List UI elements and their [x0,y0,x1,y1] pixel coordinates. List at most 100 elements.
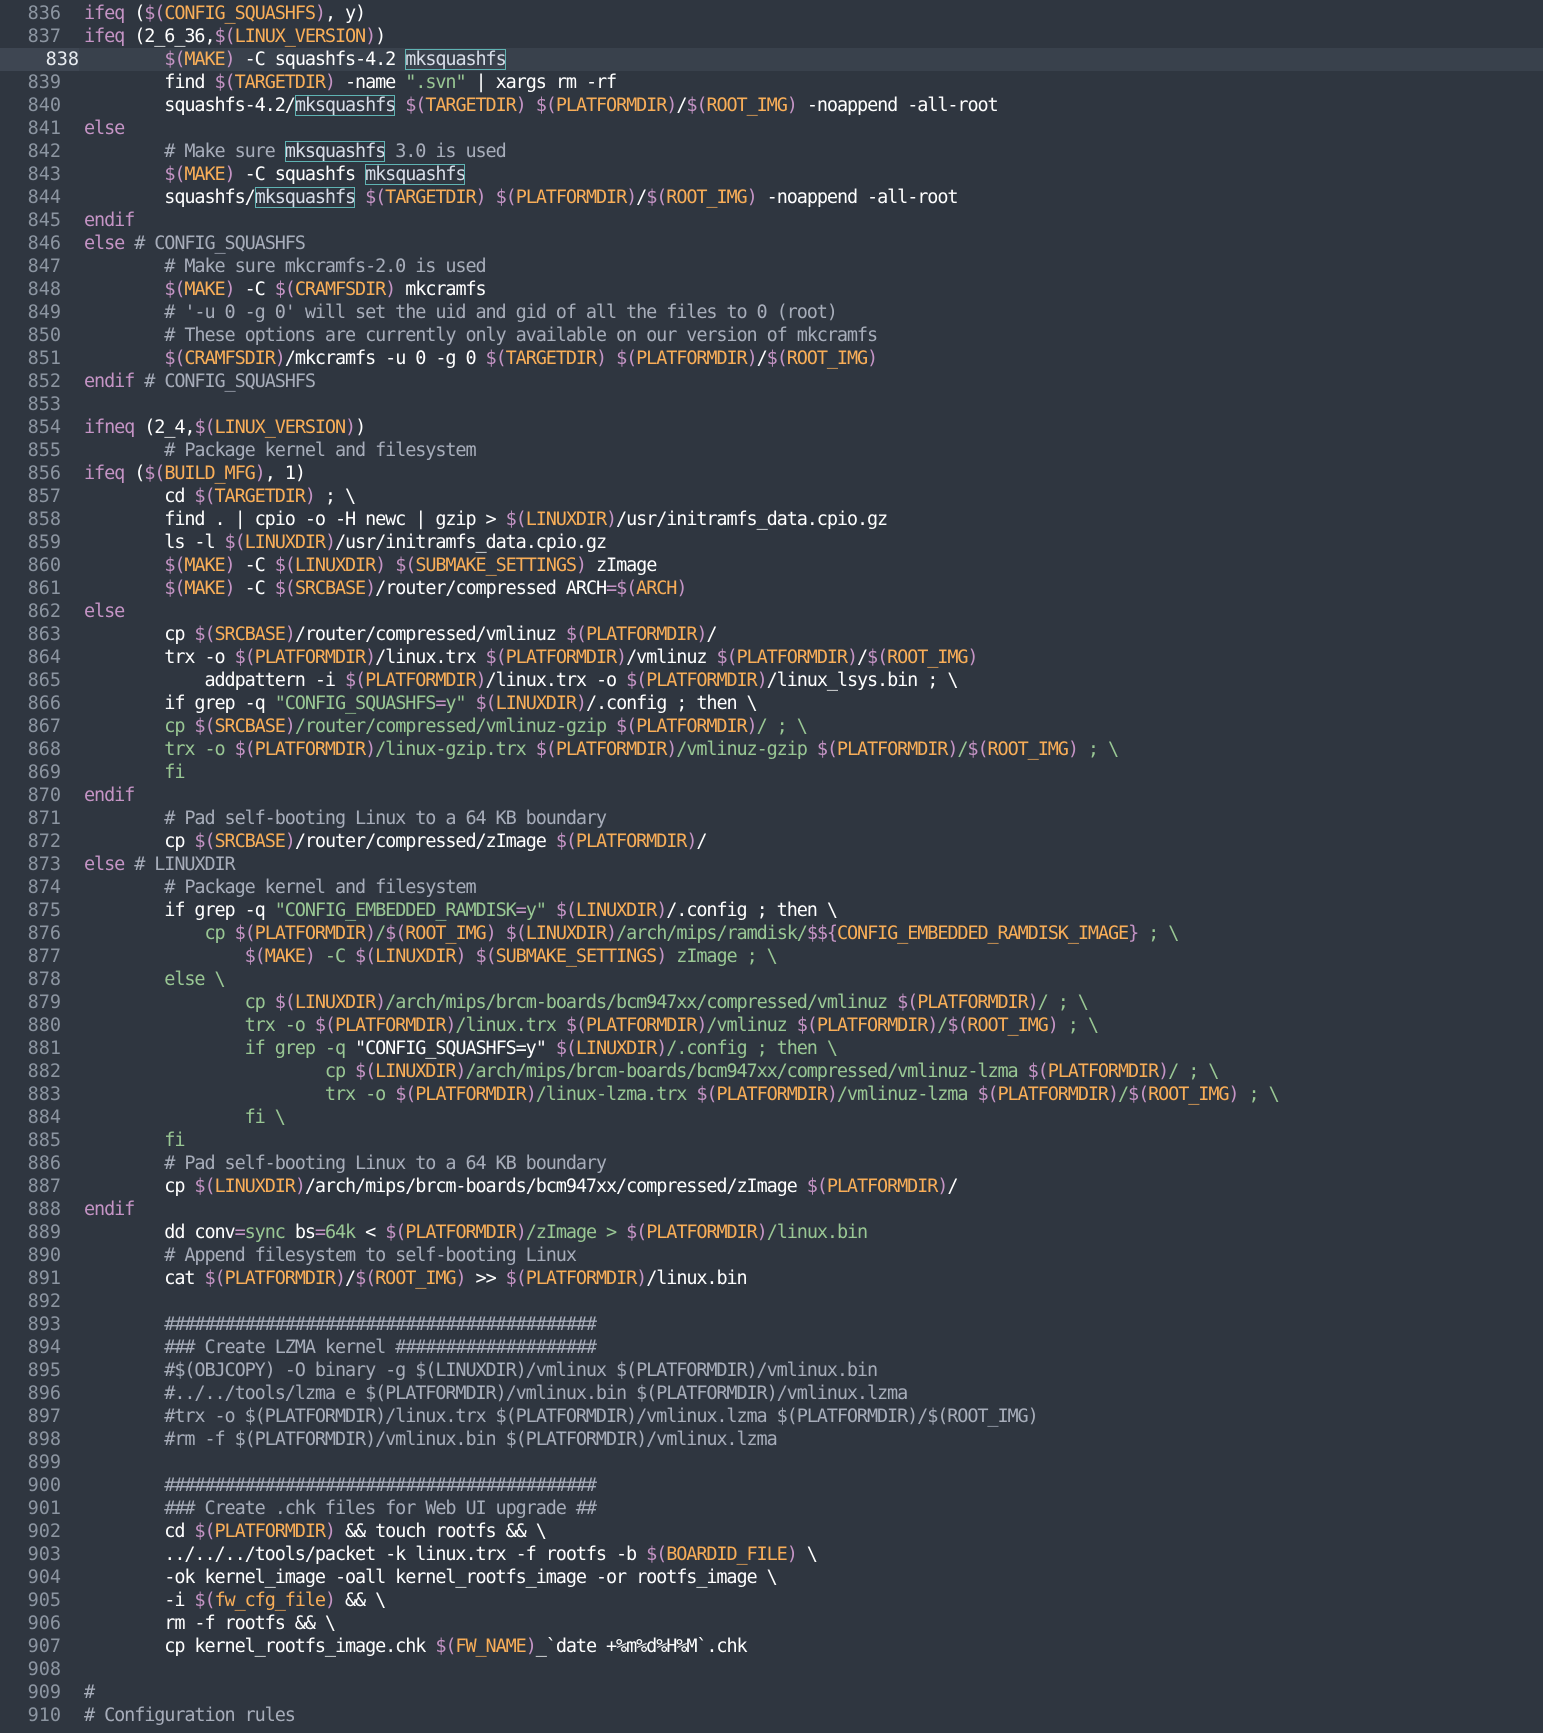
code-line[interactable]: 836 ifeq ($(CONFIG_SQUASHFS), y) [0,2,1543,25]
code-line[interactable]: 847 # Make sure mkcramfs-2.0 is used [0,255,1543,278]
code-line[interactable]: 861 $(MAKE) -C $(SRCBASE)/router/compres… [0,577,1543,600]
code-line[interactable]: 859 ls -l $(LINUXDIR)/usr/initramfs_data… [0,531,1543,554]
code-line[interactable]: 856 ifeq ($(BUILD_MFG), 1) [0,462,1543,485]
code-line[interactable]: 870 endif [0,784,1543,807]
code-line[interactable]: 851 $(CRAMFSDIR)/mkcramfs -u 0 -g 0 $(TA… [0,347,1543,370]
code-line[interactable]: 884 fi \ [0,1106,1543,1129]
code-line[interactable]: 883 trx -o $(PLATFORMDIR)/linux-lzma.trx… [0,1083,1543,1106]
code-line[interactable]: 871 # Pad self-booting Linux to a 64 KB … [0,807,1543,830]
code-line[interactable]: 837 ifeq (2_6_36,$(LINUX_VERSION)) [0,25,1543,48]
code-token: ) [515,95,527,116]
code-line[interactable]: 901 ### Create .chk files for Web UI upg… [0,1497,1543,1520]
code-line[interactable]: 869 fi [0,761,1543,784]
code-line[interactable]: 905 -i $(fw_cfg_file) && \ [0,1589,1543,1612]
code-line[interactable]: 892 [0,1290,1543,1313]
code-line[interactable]: 876 cp $(PLATFORMDIR)/$(ROOT_IMG) $(LINU… [0,922,1543,945]
code-token: / [947,1176,958,1197]
code-line[interactable]: 880 trx -o $(PLATFORMDIR)/linux.trx $(PL… [0,1014,1543,1037]
code-token: /router/compressed/vmlinuz-gzip [294,716,617,737]
code-line[interactable]: 896 #../../tools/lzma e $(PLATFORMDIR)/v… [0,1382,1543,1405]
code-token: ) [575,555,587,576]
code-token: ) [445,1015,456,1036]
code-line[interactable]: 843 $(MAKE) -C squashfs mksquashfs [0,163,1543,186]
code-line[interactable]: 853 [0,393,1543,416]
code-line[interactable]: 849 # '-u 0 -g 0' will set the uid and g… [0,301,1543,324]
line-number: 840 [27,95,61,116]
code-line[interactable]: 875 if grep -q "CONFIG_EMBEDDED_RAMDISK=… [0,899,1543,922]
code-line[interactable]: 893 ####################################… [0,1313,1543,1336]
code-line[interactable]: 854 ifneq (2_4,$(LINUX_VERSION)) [0,416,1543,439]
code-line[interactable]: 840 squashfs-4.2/mksquashfs $(TARGETDIR)… [0,94,1543,117]
code-line[interactable]: 910 # Configuration rules [0,1704,1543,1727]
code-token: ) [756,670,768,691]
code-token: ) [937,1176,948,1197]
code-token: ) [746,348,758,369]
code-line[interactable]: 899 [0,1451,1543,1474]
code-line[interactable]: 858 find . | cpio -o -H newc | gzip > $(… [0,508,1543,531]
code-line[interactable]: 877 $(MAKE) -C $(LINUXDIR) $(SUBMAKE_SET… [0,945,1543,968]
code-line[interactable]: 864 trx -o $(PLATFORMDIR)/linux.trx $(PL… [0,646,1543,669]
code-line[interactable]: 862 else [0,600,1543,623]
code-line[interactable]: 855 # Package kernel and filesystem [0,439,1543,462]
code-line[interactable]: 887 cp $(LINUXDIR)/arch/mips/brcm-boards… [0,1175,1543,1198]
line-code: cd $(TARGETDIR) ; \ [84,485,356,508]
code-line[interactable]: 886 # Pad self-booting Linux to a 64 KB … [0,1152,1543,1175]
code-line[interactable]: 909 # [0,1681,1543,1704]
code-line[interactable]: 844 squashfs/mksquashfs $(TARGETDIR) $(P… [0,186,1543,209]
code-line[interactable]: 897 #trx -o $(PLATFORMDIR)/linux.trx $(P… [0,1405,1543,1428]
code-line[interactable]: 841 else [0,117,1543,140]
code-line[interactable]: 898 #rm -f $(PLATFORMDIR)/vmlinux.bin $(… [0,1428,1543,1451]
code-line[interactable]: 894 ### Create LZMA kernel #############… [0,1336,1543,1359]
line-code: trx -o $(PLATFORMDIR)/linux.trx $(PLATFO… [84,1014,1099,1037]
line-code: $(MAKE) -C $(LINUXDIR) $(SUBMAKE_SETTING… [84,554,657,577]
code-token: $( [194,831,215,852]
code-line[interactable]: 852 endif # CONFIG_SQUASHFS [0,370,1543,393]
code-line[interactable]: 889 dd conv=sync bs=64k < $(PLATFORMDIR)… [0,1221,1543,1244]
code-line[interactable]: 895 #$(OBJCOPY) -O binary -g $(LINUXDIR)… [0,1359,1543,1382]
code-line[interactable]: 868 trx -o $(PLATFORMDIR)/linux-gzip.trx… [0,738,1543,761]
code-token: ) [746,716,758,737]
code-token: $( [144,463,165,484]
code-token: $( [505,509,527,530]
code-line[interactable]: 850 # These options are currently only a… [0,324,1543,347]
search-highlight: mksquashfs [365,164,467,185]
code-token: cd [84,1521,195,1542]
code-line[interactable]: 885 fi [0,1129,1543,1152]
code-line[interactable]: 866 if grep -q "CONFIG_SQUASHFS=y" $(LIN… [0,692,1543,715]
line-code: #trx -o $(PLATFORMDIR)/linux.trx $(PLATF… [84,1405,1038,1428]
code-line[interactable]: 838 $(MAKE) -C squashfs-4.2 mksquashfs [0,48,1543,71]
code-line[interactable]: 867 cp $(SRCBASE)/router/compressed/vmli… [0,715,1543,738]
code-line[interactable]: 848 $(MAKE) -C $(CRAMFSDIR) mkcramfs [0,278,1543,301]
code-line[interactable]: 902 cd $(PLATFORMDIR) && touch rootfs &&… [0,1520,1543,1543]
code-line[interactable]: 878 else \ [0,968,1543,991]
code-line[interactable]: 879 cp $(LINUXDIR)/arch/mips/brcm-boards… [0,991,1543,1014]
line-code: # These options are currently only avail… [84,324,878,347]
code-line[interactable]: 906 rm -f rootfs && \ [0,1612,1543,1635]
code-line[interactable]: 904 -ok kernel_image -oall kernel_rootfs… [0,1566,1543,1589]
code-line[interactable]: 846 else # CONFIG_SQUASHFS [0,232,1543,255]
code-line[interactable]: 865 addpattern -i $(PLATFORMDIR)/linux.t… [0,669,1543,692]
code-line[interactable]: 900 ####################################… [0,1474,1543,1497]
code-line[interactable]: 891 cat $(PLATFORMDIR)/$(ROOT_IMG) >> $(… [0,1267,1543,1290]
code-line[interactable]: 873 else # LINUXDIR [0,853,1543,876]
code-line[interactable]: 874 # Package kernel and filesystem [0,876,1543,899]
code-line[interactable]: 863 cp $(SRCBASE)/router/compressed/vmli… [0,623,1543,646]
code-line[interactable]: 890 # Append filesystem to self-booting … [0,1244,1543,1267]
code-line[interactable]: 845 endif [0,209,1543,232]
code-editor[interactable]: 836 ifeq ($(CONFIG_SQUASHFS), y) 837 ifeq (… [0,0,1543,1733]
code-token: ROOT_IMG [375,1268,456,1289]
code-token: dd conv [84,1222,235,1243]
code-line[interactable]: 907 cp kernel_rootfs_image.chk $(FW_NAME… [0,1635,1543,1658]
code-line[interactable]: 888 endif [0,1198,1543,1221]
code-line[interactable]: 903 ../../../tools/packet -k linux.trx -… [0,1543,1543,1566]
code-line[interactable]: 881 if grep -q "CONFIG_SQUASHFS=y" $(LIN… [0,1037,1543,1060]
code-line[interactable]: 882 cp $(LINUXDIR)/arch/mips/brcm-boards… [0,1060,1543,1083]
code-line[interactable]: 839 find $(TARGETDIR) -name ".svn" | xar… [0,71,1543,94]
code-line[interactable]: 857 cd $(TARGETDIR) ; \ [0,485,1543,508]
code-line[interactable]: 842 # Make sure mksquashfs 3.0 is used [0,140,1543,163]
code-line[interactable]: 872 cp $(SRCBASE)/router/compressed/zIma… [0,830,1543,853]
line-number: 875 [27,900,61,921]
code-token: /linux.bin [646,1268,747,1289]
code-line[interactable]: 860 $(MAKE) -C $(LINUXDIR) $(SUBMAKE_SET… [0,554,1543,577]
code-line[interactable]: 908 [0,1658,1543,1681]
